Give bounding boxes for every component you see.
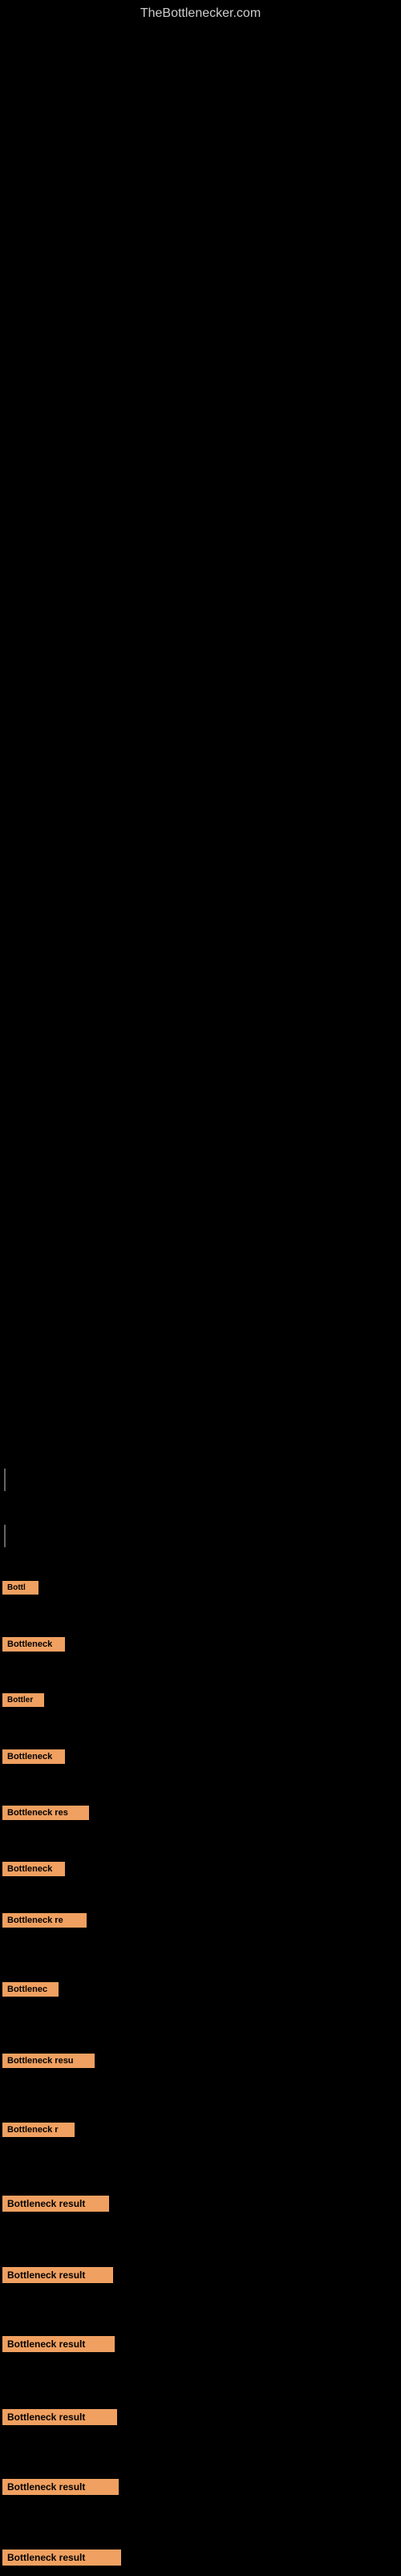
vertical-line-1	[4, 1469, 6, 1491]
bottleneck-item-10[interactable]: Bottleneck r	[2, 2123, 75, 2143]
bottleneck-item-15[interactable]: Bottleneck result	[2, 2479, 119, 2501]
main-content: Bottl Bottleneck Bottler Bottleneck Bott…	[0, 24, 401, 2576]
bottleneck-item-6[interactable]: Bottleneck	[2, 1862, 65, 1882]
bottleneck-item-13[interactable]: Bottleneck result	[2, 2336, 115, 2358]
bottleneck-item-2[interactable]: Bottleneck	[2, 1637, 65, 1657]
bottleneck-item-9[interactable]: Bottleneck resu	[2, 2054, 95, 2074]
site-title: TheBottlenecker.com	[0, 0, 401, 24]
bottleneck-item-14[interactable]: Bottleneck result	[2, 2409, 117, 2431]
bottleneck-item-5[interactable]: Bottleneck res	[2, 1806, 89, 1826]
bottleneck-item-4[interactable]: Bottleneck	[2, 1749, 65, 1769]
bottleneck-item-3[interactable]: Bottler	[2, 1693, 44, 1713]
bottleneck-item-1[interactable]: Bottl	[2, 1581, 38, 1600]
bottleneck-item-7[interactable]: Bottleneck re	[2, 1913, 87, 1933]
bottleneck-item-8[interactable]: Bottlenec	[2, 1982, 59, 2002]
bottleneck-item-12[interactable]: Bottleneck result	[2, 2267, 113, 2289]
vertical-line-2	[4, 1525, 6, 1547]
bottleneck-item-11[interactable]: Bottleneck result	[2, 2196, 109, 2217]
